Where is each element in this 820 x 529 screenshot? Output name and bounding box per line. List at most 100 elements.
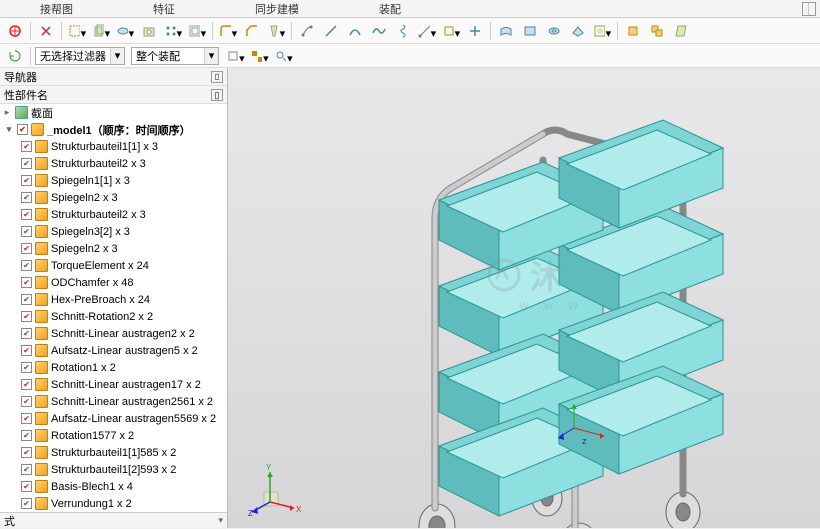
filter-extra-2-icon[interactable]: ▾ [249, 46, 271, 66]
surface-3-icon[interactable] [543, 21, 565, 41]
sidebar-bottom-tab[interactable]: 式 ▾ [0, 512, 227, 528]
refresh-filter-icon[interactable] [4, 46, 26, 66]
checkbox[interactable]: ✔ [21, 328, 32, 339]
surface-4-icon[interactable] [567, 21, 589, 41]
expand-down-icon[interactable]: ▾ [218, 515, 223, 526]
tree-feature-row[interactable]: ✔Spiegeln3[2] x 3 [0, 223, 227, 240]
twisty-icon[interactable]: ▾ [4, 125, 14, 135]
datum-plane-icon[interactable]: ▾ [66, 21, 88, 41]
tab-assembly[interactable]: 装配 [339, 0, 441, 19]
feature-tree[interactable]: ▸截面▾✔_model1（顺序：时间顺序）✔Strukturbauteil1[1… [0, 104, 227, 512]
checkbox[interactable]: ✔ [21, 464, 32, 475]
more-curve-icon[interactable]: ▾ [440, 21, 462, 41]
checkbox[interactable]: ✔ [21, 192, 32, 203]
surface-5-icon[interactable]: ▾ [591, 21, 613, 41]
feature-icon [35, 378, 48, 391]
tree-feature-row[interactable]: ✔Strukturbauteil2 x 3 [0, 155, 227, 172]
tree-section-row[interactable]: ▸截面 [0, 104, 227, 121]
checkbox[interactable]: ✔ [21, 141, 32, 152]
layout-tripane-icon[interactable] [802, 2, 816, 16]
checkbox[interactable]: ✔ [21, 260, 32, 271]
checkbox[interactable]: ✔ [21, 481, 32, 492]
checkbox[interactable]: ✔ [21, 498, 32, 509]
checkbox[interactable]: ✔ [21, 430, 32, 441]
tab-direct[interactable]: 接帮图 [0, 0, 113, 19]
panel-unpin-icon[interactable]: ▯ [211, 71, 223, 83]
tree-label: Strukturbauteil1[1]585 x 2 [51, 447, 227, 459]
extrude-icon[interactable]: ▾ [90, 21, 112, 41]
pattern-icon[interactable]: ▾ [162, 21, 184, 41]
filter-search-icon[interactable]: ▾ [273, 46, 295, 66]
selection-scope-combo[interactable]: 整个装配 ▾ [131, 47, 219, 65]
curve-tool-icon[interactable]: ▾ [416, 21, 438, 41]
checkbox[interactable]: ✔ [21, 396, 32, 407]
line-icon[interactable] [320, 21, 342, 41]
checkbox[interactable]: ✔ [21, 345, 32, 356]
tree-feature-row[interactable]: ✔Spiegeln2 x 3 [0, 240, 227, 257]
tree-feature-row[interactable]: ✔ODChamfer x 48 [0, 274, 227, 291]
checkbox[interactable]: ✔ [21, 226, 32, 237]
tree-feature-row[interactable]: ✔TorqueElement x 24 [0, 257, 227, 274]
twisty-icon[interactable]: ▸ [2, 108, 12, 118]
checkbox[interactable]: ✔ [21, 294, 32, 305]
curve-point-icon[interactable] [296, 21, 318, 41]
chevron-down-icon[interactable]: ▾ [204, 48, 218, 64]
checkbox[interactable]: ✔ [21, 175, 32, 186]
column-collapse-icon[interactable]: ▯ [211, 89, 223, 101]
graphics-viewport[interactable]: 沐 w w w X Y Z z [228, 68, 820, 528]
feature-icon [35, 259, 48, 272]
tree-column-header[interactable]: 性部件名 ▯ [0, 86, 227, 104]
draft-icon[interactable]: ▾ [265, 21, 287, 41]
checkbox[interactable]: ✔ [21, 243, 32, 254]
helix-icon[interactable] [392, 21, 414, 41]
tab-sync[interactable]: 同步建模 [215, 0, 339, 19]
add-tool-icon[interactable] [4, 21, 26, 41]
tree-feature-row[interactable]: ✔Hex-PreBroach x 24 [0, 291, 227, 308]
checkbox[interactable]: ✔ [21, 209, 32, 220]
tree-feature-row[interactable]: ✔Schnitt-Linear austragen2 x 2 [0, 325, 227, 342]
checkbox[interactable]: ✔ [17, 124, 28, 135]
surface-2-icon[interactable] [519, 21, 541, 41]
spline-icon[interactable] [368, 21, 390, 41]
plus-icon[interactable] [464, 21, 486, 41]
checkbox[interactable]: ✔ [21, 379, 32, 390]
chamfer-icon[interactable] [241, 21, 263, 41]
filter-extra-1-icon[interactable]: ▾ [225, 46, 247, 66]
tree-feature-row[interactable]: ✔Spiegeln1[1] x 3 [0, 172, 227, 189]
checkbox[interactable]: ✔ [21, 362, 32, 373]
revolve-icon[interactable]: ▾ [114, 21, 136, 41]
checkbox[interactable]: ✔ [21, 277, 32, 288]
arc-icon[interactable] [344, 21, 366, 41]
body-2-icon[interactable] [646, 21, 668, 41]
checkbox[interactable]: ✔ [21, 447, 32, 458]
tree-feature-row[interactable]: ✔Verrundung1 x 2 [0, 495, 227, 512]
panel-splitter[interactable] [228, 68, 232, 528]
tree-feature-row[interactable]: ✔Schnitt-Linear austragen17 x 2 [0, 376, 227, 393]
edge-blend-icon[interactable]: ▾ [217, 21, 239, 41]
tree-feature-row[interactable]: ✔ Strukturbauteil1[1]585 x 2 [0, 444, 227, 461]
checkbox[interactable]: ✔ [21, 413, 32, 424]
body-1-icon[interactable] [622, 21, 644, 41]
shell-icon[interactable]: ▾ [186, 21, 208, 41]
close-tool-icon[interactable] [35, 21, 57, 41]
tree-feature-row[interactable]: ✔Rotation1577 x 2 [0, 427, 227, 444]
checkbox[interactable]: ✔ [21, 158, 32, 169]
tree-feature-row[interactable]: ✔Spiegeln2 x 3 [0, 189, 227, 206]
tab-feature[interactable]: 特征 [113, 0, 215, 19]
tree-feature-row[interactable]: ✔Aufsatz-Linear austragen5 x 2 [0, 342, 227, 359]
tree-feature-row[interactable]: ✔Strukturbauteil1[2]593 x 2 [0, 461, 227, 478]
tree-feature-row[interactable]: ✔Strukturbauteil2 x 3 [0, 206, 227, 223]
hole-icon[interactable] [138, 21, 160, 41]
checkbox[interactable]: ✔ [21, 311, 32, 322]
tree-model-row[interactable]: ▾✔_model1（顺序：时间顺序） [0, 121, 227, 138]
tree-feature-row[interactable]: ✔Strukturbauteil1[1] x 3 [0, 138, 227, 155]
tree-feature-row[interactable]: ✔Basis-Blech1 x 4 [0, 478, 227, 495]
surface-1-icon[interactable] [495, 21, 517, 41]
body-3-icon[interactable] [670, 21, 692, 41]
tree-feature-row[interactable]: ✔Schnitt-Linear austragen2561 x 2 [0, 393, 227, 410]
tree-feature-row[interactable]: ✔Rotation1 x 2 [0, 359, 227, 376]
tree-feature-row[interactable]: ✔Aufsatz-Linear austragen5569 x 2 [0, 410, 227, 427]
selection-filter-combo[interactable]: 无选择过滤器 ▾ [35, 47, 125, 65]
tree-feature-row[interactable]: ✔Schnitt-Rotation2 x 2 [0, 308, 227, 325]
chevron-down-icon[interactable]: ▾ [110, 48, 124, 64]
